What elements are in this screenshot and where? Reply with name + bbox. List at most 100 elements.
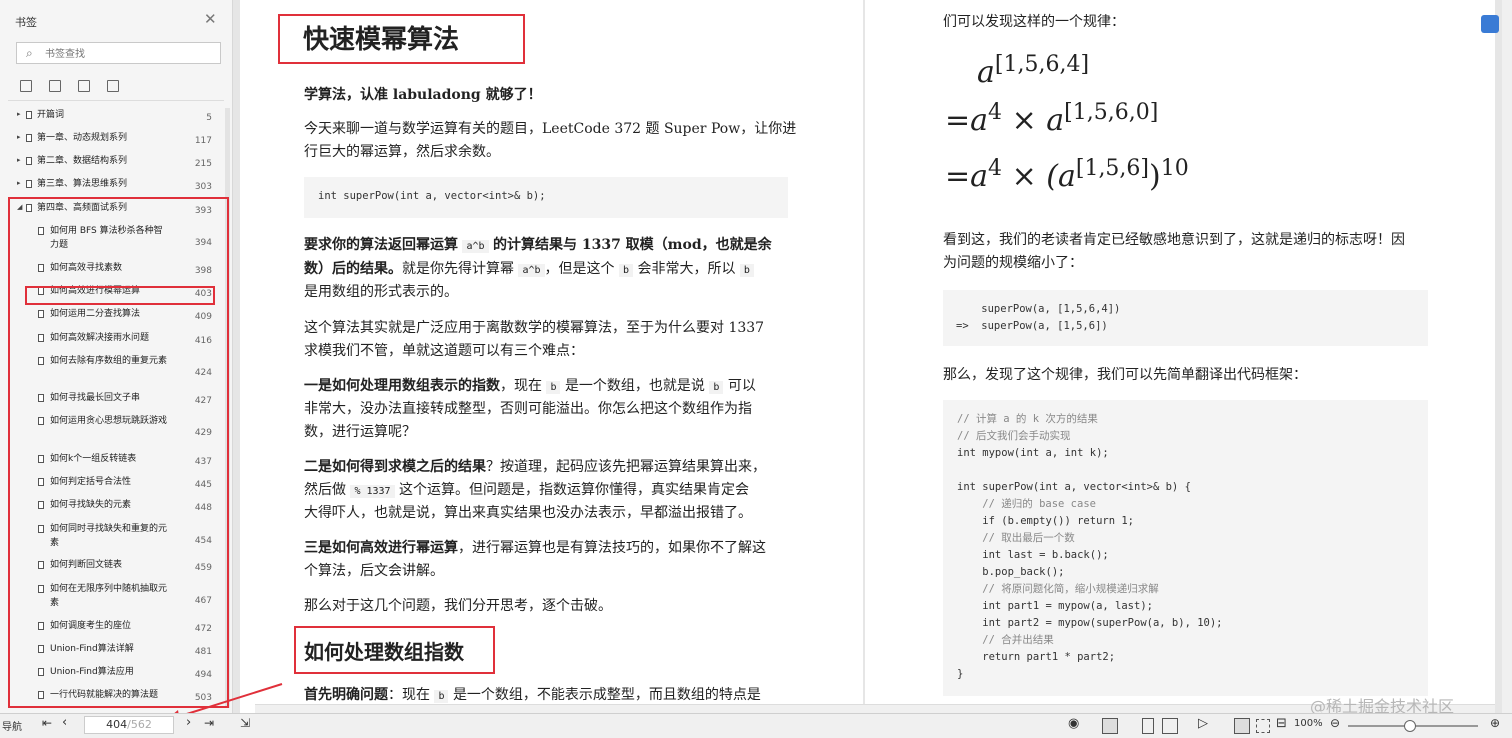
bookmark-search[interactable]: ⌕ xyxy=(16,42,221,64)
inline-code: b xyxy=(739,264,754,277)
collapse-all-icon[interactable] xyxy=(49,80,62,92)
bookmark-item[interactable]: ▸ 开篇词 5 xyxy=(0,110,224,126)
translate-icon[interactable] xyxy=(1481,15,1499,33)
bookmark-search-input[interactable] xyxy=(43,45,217,63)
bookmark-doc-icon xyxy=(26,157,32,165)
text: ？按道理，起码应该先把幂运算结果算出来， xyxy=(486,459,766,475)
zoom-out-button[interactable]: ⊖ xyxy=(1330,716,1340,730)
bookmark-page-number: 303 xyxy=(194,182,212,192)
math-text: [1,5,6,4] xyxy=(994,52,1090,77)
math-formula: =a4 × (a[1,5,6])10 xyxy=(945,156,1189,194)
actual-size-icon[interactable] xyxy=(1234,718,1250,734)
text: 这个运算。但问题是，指数运算你懂得，真实结果肯定会 xyxy=(399,482,750,498)
page-title: 快速模幂算法 xyxy=(303,25,460,55)
math-formula: =a4 × a[1,5,6,0] xyxy=(945,100,1158,138)
two-page-icon[interactable] xyxy=(1162,718,1178,734)
paragraph: 数，进行运算呢？ xyxy=(304,424,416,440)
paragraph: 这个算法其实就是广泛应用于离散数学的模幂算法，至于为什么要对 1337 xyxy=(304,320,765,336)
nav-label: 导航 xyxy=(2,722,22,733)
inline-code: % 1337 xyxy=(350,485,395,498)
continuous-page-icon[interactable] xyxy=(1142,718,1154,734)
annotation-box xyxy=(8,197,229,708)
expand-arrow-icon[interactable]: ▸ xyxy=(17,133,21,141)
zoom-in-button[interactable]: ⊕ xyxy=(1490,716,1500,730)
prev-page-button[interactable]: ‹ xyxy=(62,715,67,730)
text: 是一个数组，不能表示成整型，而且数组的特点是 xyxy=(452,687,761,703)
paragraph: 一是如何处理用数组表示的指数，现在 b 是一个数组，也就是说 b 可以 xyxy=(304,375,756,399)
code-line: int mypow(int a, int k); xyxy=(957,447,1109,459)
eye-icon[interactable]: ◉ xyxy=(1068,716,1079,731)
play-icon[interactable]: ▷ xyxy=(1198,716,1208,731)
bookmark-doc-icon xyxy=(26,180,32,188)
next-page-button[interactable]: › xyxy=(186,715,191,730)
last-page-button[interactable]: ⇥ xyxy=(204,716,214,730)
code-line: int superPow(int a, vector<int>& b); xyxy=(318,190,546,202)
back-icon[interactable]: ⇲ xyxy=(240,716,250,730)
math-text: a xyxy=(1046,103,1065,138)
bold-text: 数）后的结果。 xyxy=(304,261,402,277)
bookmark-item[interactable]: ▸ 第三章、算法思维系列 303 xyxy=(0,179,224,195)
math-text: (a xyxy=(1046,159,1076,194)
code-line: } xyxy=(957,668,964,680)
fit-page-icon[interactable] xyxy=(1256,719,1270,733)
vertical-scrollbar[interactable] xyxy=(1502,0,1512,713)
math-text: ) xyxy=(1149,159,1161,194)
paragraph: 非常大，没办法直接转成整型，否则可能溢出。你怎么把这个数组作为指 xyxy=(304,401,752,417)
math-text: 4 xyxy=(988,100,1003,125)
bookmark-page-number: 117 xyxy=(194,136,212,146)
math-text: × xyxy=(1011,159,1037,194)
total-pages: 562 xyxy=(130,718,152,731)
first-page-button[interactable]: ⇤ xyxy=(42,716,52,730)
paragraph: 三是如何高效进行幂运算，进行幂运算也是有算法技巧的，如果你不了解这 xyxy=(304,537,766,560)
code-block: int superPow(int a, vector<int>& b); xyxy=(304,177,788,218)
code-line: // 合并出结果 xyxy=(957,634,1054,646)
horizontal-scrollbar[interactable] xyxy=(255,704,1495,713)
expand-all-icon[interactable] xyxy=(20,80,32,92)
bookmark-doc-icon xyxy=(26,134,32,142)
inline-code: b xyxy=(618,264,633,277)
text: ，现在 xyxy=(500,378,542,394)
zoom-slider-thumb[interactable] xyxy=(1404,720,1416,732)
single-page-icon[interactable] xyxy=(1102,718,1118,734)
code-line: int superPow(int a, vector<int>& b) { xyxy=(957,481,1191,493)
code-line: b.pop_back(); xyxy=(957,566,1065,578)
page-number-input[interactable]: 404/562 xyxy=(84,716,174,734)
bookmark-label: 开篇词 xyxy=(37,110,65,120)
annotation-box xyxy=(25,286,215,305)
code-line: int part1 = mypow(a, last); xyxy=(957,600,1153,612)
status-bar: 导航 ⇤ ‹ 404/562 › ⇥ ⇲ ◉ ▷ ⊟ 100% ⊖ ⊕ xyxy=(0,713,1512,738)
text: 然后做 xyxy=(304,482,346,498)
bold-text: 的计算结果与 1337 取模（mod，也就是余 xyxy=(492,237,772,253)
code-line: // 将原问题化简，缩小规模递归求解 xyxy=(957,583,1159,595)
code-line: => superPow(a, [1,5,6]) xyxy=(956,320,1108,332)
code-line: // 取出最后一个数 xyxy=(957,532,1075,544)
paragraph: 然后做 % 1337 这个运算。但问题是，指数运算你懂得，真实结果肯定会 xyxy=(304,479,749,503)
divider xyxy=(8,100,224,101)
bookmark-label: 第一章、动态规划系列 xyxy=(37,133,128,143)
paragraph: 是用数组的形式表示的。 xyxy=(304,284,458,300)
bookmark-page-number: 5 xyxy=(206,113,212,123)
paragraph: 们可以发现这样的一个规律： xyxy=(943,14,1125,30)
text: ，但是这个 xyxy=(544,261,615,277)
expand-arrow-icon[interactable]: ▸ xyxy=(17,110,21,118)
paragraph: 为问题的规模缩小了： xyxy=(943,255,1083,271)
expand-arrow-icon[interactable]: ▸ xyxy=(17,156,21,164)
expand-arrow-icon[interactable]: ▸ xyxy=(17,179,21,187)
bookmark-doc-icon xyxy=(26,111,32,119)
document-page-right: 们可以发现这样的一个规律： a[1,5,6,4] =a4 × a[1,5,6,0… xyxy=(865,0,1495,713)
bookmark-item[interactable]: ▸ 第二章、数据结构系列 215 xyxy=(0,156,224,172)
text: 是一个数组，也就是说 xyxy=(564,378,705,394)
bookmark-panel: 书签 ✕ ⌕ ▸ 开篇词 5 ▸ 第一章、动态规划系列 117 ▸ 第二章、数据结构系列 215… xyxy=(0,0,233,713)
bookmark-icon[interactable] xyxy=(107,80,120,92)
add-bookmark-icon[interactable] xyxy=(78,80,91,92)
paragraph: 学算法，认准 labuladong 就够了！ xyxy=(304,87,542,103)
bold-text: 二是如何得到求模之后的结果 xyxy=(304,459,486,475)
zoom-level[interactable]: 100% xyxy=(1294,718,1323,729)
zoom-mode-icon[interactable]: ⊟ xyxy=(1276,716,1287,731)
bookmark-item[interactable]: ▸ 第一章、动态规划系列 117 xyxy=(0,133,224,149)
code-line: int part2 = mypow(superPow(a, b), 10); xyxy=(957,617,1223,629)
close-icon[interactable]: ✕ xyxy=(204,10,217,28)
bookmark-toolbar xyxy=(20,77,131,96)
paragraph: 个算法，后文会讲解。 xyxy=(304,563,444,579)
code-line: int last = b.back(); xyxy=(957,549,1109,561)
